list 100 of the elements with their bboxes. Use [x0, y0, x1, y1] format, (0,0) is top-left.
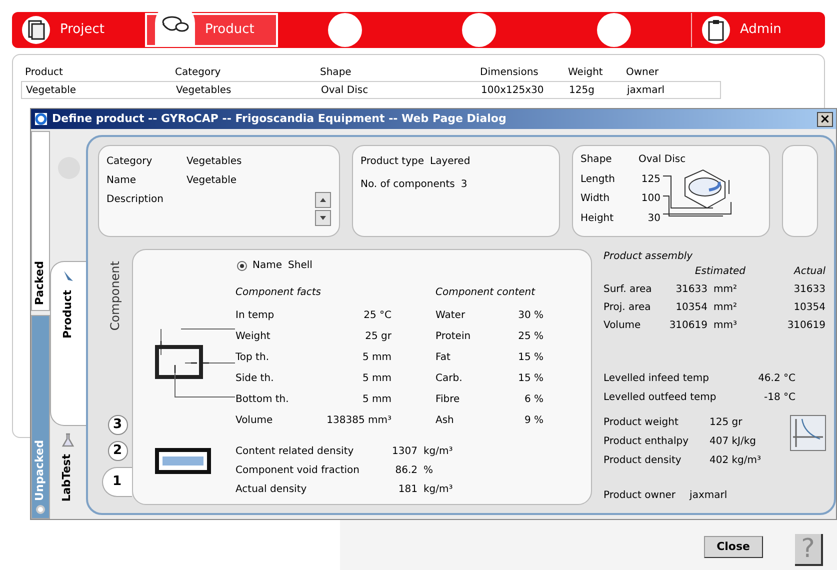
field-value: 25 % — [517, 330, 544, 344]
flask-icon — [60, 432, 76, 448]
column-header: Dimensions — [480, 66, 540, 80]
field-value: 181 — [397, 483, 418, 497]
table-cell-text: Oval Disc — [321, 84, 370, 98]
table-cell-text: 100x125x30 — [481, 84, 545, 98]
field-label: Product enthalpy — [604, 435, 690, 449]
component-tab[interactable]: 1 — [102, 467, 132, 497]
scroll-down-button[interactable] — [314, 210, 330, 226]
graph-icon[interactable] — [790, 415, 826, 451]
field-label: Top th. — [236, 351, 270, 365]
field-value: 402 kg/m³ — [710, 454, 762, 468]
field-value: 5 mm — [361, 393, 392, 407]
field-label: Product density — [604, 454, 682, 468]
field-value: 25 gr — [364, 330, 392, 344]
page-icon — [34, 112, 48, 126]
section-title: Component facts — [236, 286, 322, 300]
field-value: Shell — [288, 259, 312, 273]
unit-label: kg/m³ — [424, 483, 453, 497]
close-button[interactable]: Close — [704, 536, 763, 558]
section-title: Component content — [436, 286, 536, 300]
field-label: Height — [580, 212, 615, 226]
field-value: 25 °C — [362, 309, 392, 323]
component-tab[interactable]: 3 — [108, 415, 128, 435]
field-label: Protein — [436, 330, 472, 344]
field-value: 3 — [460, 178, 468, 192]
column-header: Shape — [320, 66, 352, 80]
field-label: Side th. — [236, 372, 275, 386]
column-header: Product — [25, 66, 64, 80]
section-title: Product assembly — [604, 250, 694, 264]
field-label: Content related density — [236, 445, 355, 459]
table-row[interactable]: Vegetable Vegetables Oval Disc 100x125x30 125g jaxmarl — [21, 81, 721, 99]
field-value: Vegetable — [186, 174, 238, 188]
field-label: In temp — [236, 309, 276, 323]
column-header: Actual — [792, 265, 826, 279]
nav-tab[interactable]: Admin — [692, 13, 825, 47]
column-header: Weight — [568, 66, 604, 80]
unit-label: mm² — [712, 283, 738, 297]
field-value: 10354 — [792, 301, 826, 315]
field-label: Fibre — [436, 393, 461, 407]
field-label: Category — [106, 155, 154, 169]
field-value: 100 — [640, 192, 660, 206]
field-label: Product owner — [604, 489, 676, 503]
radio-icon — [36, 505, 45, 514]
field-value: 31633 — [674, 283, 708, 297]
field-label: Actual density — [236, 483, 308, 497]
field-label: Weight — [236, 330, 272, 344]
field-label: Name — [252, 259, 282, 273]
field-label: Levelled infeed temp — [604, 372, 710, 386]
layer-diagram — [154, 448, 210, 474]
field-label: Product weight — [604, 416, 680, 430]
field-value: 30 — [646, 212, 660, 226]
field-label: Ash — [436, 414, 455, 428]
field-value: 310619 — [668, 319, 708, 333]
field-label: Width — [580, 192, 611, 206]
field-label: Component void fraction — [236, 464, 360, 478]
field-label: No. of components — [360, 178, 455, 192]
unit-label: mm³ — [712, 319, 738, 333]
field-label: Surf. area — [604, 283, 653, 297]
field-value: 125 — [640, 173, 660, 187]
field-label: Volume — [236, 414, 274, 428]
nav-tab[interactable]: Project — [12, 13, 145, 47]
table-cell-text: jaxmarl — [627, 84, 666, 98]
field-value: 10354 — [674, 301, 708, 315]
field-value: 138385 mm³ — [326, 414, 392, 428]
field-value: 5 mm — [361, 351, 392, 365]
column-header: Owner — [626, 66, 660, 80]
column-header: Estimated — [694, 265, 746, 279]
unit-label: kg/m³ — [424, 445, 453, 459]
field-value: 5 mm — [361, 372, 392, 386]
scroll-up-button[interactable] — [314, 192, 330, 208]
field-value: 15 % — [517, 351, 544, 365]
field-label: Shape — [580, 153, 613, 167]
field-label: Levelled outfeed temp — [604, 391, 718, 405]
close-icon[interactable]: × — [817, 112, 833, 126]
table-cell-text: 125g — [569, 84, 596, 98]
field-value: 6 % — [523, 393, 544, 407]
field-value: 30 % — [517, 309, 544, 323]
side-tab[interactable]: Product — [50, 261, 86, 426]
field-value: 31633 — [792, 283, 826, 297]
radio-button[interactable] — [236, 260, 246, 270]
window-title: Define product -- GYRoCAP -- Frigoscandia Equipment -- Web Page Dialog — [52, 110, 508, 127]
field-value: Vegetables — [186, 155, 243, 169]
field-label: Length — [580, 173, 616, 187]
field-label: Proj. area — [604, 301, 652, 315]
field-label: Carb. — [436, 372, 464, 386]
field-value: 125 gr — [710, 416, 744, 430]
field-label: Fat — [436, 351, 452, 365]
field-value: 46.2 °C — [757, 372, 796, 386]
side-tab[interactable]: Packed — [31, 131, 50, 311]
unit-label: mm² — [712, 301, 738, 315]
field-value: 15 % — [517, 372, 544, 386]
field-value: jaxmarl — [690, 489, 728, 503]
section-label: Component — [106, 261, 122, 331]
field-label: Description — [106, 193, 164, 207]
field-label: Name — [106, 174, 138, 188]
field-value: 9 % — [523, 414, 544, 428]
field-label: Bottom th. — [236, 393, 290, 407]
component-tab[interactable]: 2 — [108, 441, 128, 461]
field-label: Water — [436, 309, 466, 323]
